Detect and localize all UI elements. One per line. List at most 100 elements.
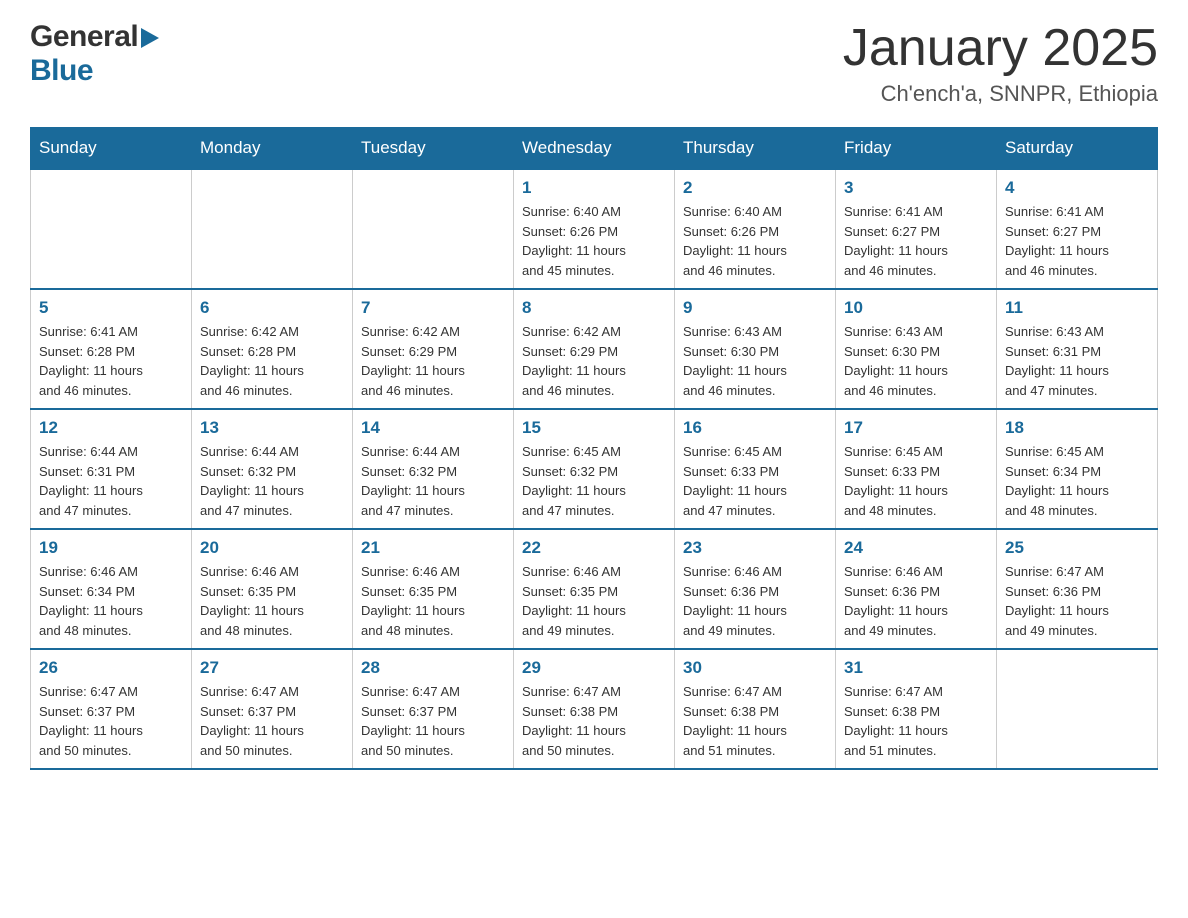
- calendar-table: SundayMondayTuesdayWednesdayThursdayFrid…: [30, 127, 1158, 770]
- day-info: Sunrise: 6:47 AM Sunset: 6:37 PM Dayligh…: [200, 682, 344, 760]
- logo-blue-text: Blue: [30, 54, 93, 87]
- calendar-cell: 25 Sunrise: 6:47 AM Sunset: 6:36 PM Dayli…: [997, 529, 1158, 649]
- calendar-cell: 26 Sunrise: 6:47 AM Sunset: 6:37 PM Dayli…: [31, 649, 192, 769]
- calendar-header-monday: Monday: [192, 128, 353, 170]
- calendar-header-thursday: Thursday: [675, 128, 836, 170]
- day-number: 7: [361, 298, 505, 318]
- calendar-header-tuesday: Tuesday: [353, 128, 514, 170]
- calendar-cell: 13 Sunrise: 6:44 AM Sunset: 6:32 PM Dayli…: [192, 409, 353, 529]
- day-info: Sunrise: 6:47 AM Sunset: 6:38 PM Dayligh…: [522, 682, 666, 760]
- day-number: 9: [683, 298, 827, 318]
- day-number: 20: [200, 538, 344, 558]
- day-number: 3: [844, 178, 988, 198]
- calendar-cell: 21Sunrise: 6:46 AM Sunset: 6:35 PM Dayli…: [353, 529, 514, 649]
- day-info: Sunrise: 6:47 AM Sunset: 6:37 PM Dayligh…: [39, 682, 183, 760]
- calendar-cell: [192, 169, 353, 289]
- calendar-cell: 8 Sunrise: 6:42 AM Sunset: 6:29 PM Daylig…: [514, 289, 675, 409]
- day-info: Sunrise: 6:43 AM Sunset: 6:30 PM Dayligh…: [683, 322, 827, 400]
- calendar-header-friday: Friday: [836, 128, 997, 170]
- day-number: 2: [683, 178, 827, 198]
- day-number: 25: [1005, 538, 1149, 558]
- day-info: Sunrise: 6:44 AM Sunset: 6:32 PM Dayligh…: [200, 442, 344, 520]
- logo-general-text: General: [30, 20, 138, 54]
- title-section: January 2025 Ch'ench'a, SNNPR, Ethiopia: [843, 20, 1158, 107]
- calendar-cell: 16 Sunrise: 6:45 AM Sunset: 6:33 PM Dayli…: [675, 409, 836, 529]
- day-info: Sunrise: 6:43 AM Sunset: 6:30 PM Dayligh…: [844, 322, 988, 400]
- calendar-cell: 2Sunrise: 6:40 AM Sunset: 6:26 PM Daylig…: [675, 169, 836, 289]
- day-info: Sunrise: 6:46 AM Sunset: 6:34 PM Dayligh…: [39, 562, 183, 640]
- logo-triangle-icon: [141, 28, 159, 48]
- month-title: January 2025: [843, 20, 1158, 77]
- calendar-cell: 20 Sunrise: 6:46 AM Sunset: 6:35 PM Dayli…: [192, 529, 353, 649]
- day-number: 15: [522, 418, 666, 438]
- calendar-week-5: 26 Sunrise: 6:47 AM Sunset: 6:37 PM Dayli…: [31, 649, 1158, 769]
- calendar-cell: 23Sunrise: 6:46 AM Sunset: 6:36 PM Dayli…: [675, 529, 836, 649]
- day-info: Sunrise: 6:46 AM Sunset: 6:35 PM Dayligh…: [361, 562, 505, 640]
- calendar-cell: 24Sunrise: 6:46 AM Sunset: 6:36 PM Dayli…: [836, 529, 997, 649]
- day-number: 4: [1005, 178, 1149, 198]
- day-number: 18: [1005, 418, 1149, 438]
- calendar-cell: [353, 169, 514, 289]
- day-info: Sunrise: 6:44 AM Sunset: 6:32 PM Dayligh…: [361, 442, 505, 520]
- calendar-cell: 7Sunrise: 6:42 AM Sunset: 6:29 PM Daylig…: [353, 289, 514, 409]
- day-number: 27: [200, 658, 344, 678]
- calendar-cell: [31, 169, 192, 289]
- day-info: Sunrise: 6:46 AM Sunset: 6:36 PM Dayligh…: [683, 562, 827, 640]
- calendar-cell: 9 Sunrise: 6:43 AM Sunset: 6:30 PM Daylig…: [675, 289, 836, 409]
- day-info: Sunrise: 6:45 AM Sunset: 6:33 PM Dayligh…: [683, 442, 827, 520]
- day-number: 11: [1005, 298, 1149, 318]
- calendar-cell: 28 Sunrise: 6:47 AM Sunset: 6:37 PM Dayli…: [353, 649, 514, 769]
- calendar-cell: 29 Sunrise: 6:47 AM Sunset: 6:38 PM Dayli…: [514, 649, 675, 769]
- day-number: 28: [361, 658, 505, 678]
- day-info: Sunrise: 6:41 AM Sunset: 6:27 PM Dayligh…: [844, 202, 988, 280]
- calendar-cell: 30Sunrise: 6:47 AM Sunset: 6:38 PM Dayli…: [675, 649, 836, 769]
- location-title: Ch'ench'a, SNNPR, Ethiopia: [843, 81, 1158, 107]
- day-number: 1: [522, 178, 666, 198]
- calendar-cell: 27 Sunrise: 6:47 AM Sunset: 6:37 PM Dayli…: [192, 649, 353, 769]
- day-info: Sunrise: 6:41 AM Sunset: 6:27 PM Dayligh…: [1005, 202, 1149, 280]
- day-number: 22: [522, 538, 666, 558]
- calendar-cell: 14 Sunrise: 6:44 AM Sunset: 6:32 PM Dayli…: [353, 409, 514, 529]
- calendar-cell: 10 Sunrise: 6:43 AM Sunset: 6:30 PM Dayli…: [836, 289, 997, 409]
- day-info: Sunrise: 6:42 AM Sunset: 6:29 PM Dayligh…: [522, 322, 666, 400]
- calendar-cell: 22Sunrise: 6:46 AM Sunset: 6:35 PM Dayli…: [514, 529, 675, 649]
- calendar-cell: 15 Sunrise: 6:45 AM Sunset: 6:32 PM Dayli…: [514, 409, 675, 529]
- calendar-week-1: 1Sunrise: 6:40 AM Sunset: 6:26 PM Daylig…: [31, 169, 1158, 289]
- day-info: Sunrise: 6:43 AM Sunset: 6:31 PM Dayligh…: [1005, 322, 1149, 400]
- calendar-cell: 19Sunrise: 6:46 AM Sunset: 6:34 PM Dayli…: [31, 529, 192, 649]
- logo: General Blue: [30, 20, 159, 88]
- calendar-cell: 1Sunrise: 6:40 AM Sunset: 6:26 PM Daylig…: [514, 169, 675, 289]
- day-info: Sunrise: 6:44 AM Sunset: 6:31 PM Dayligh…: [39, 442, 183, 520]
- day-info: Sunrise: 6:46 AM Sunset: 6:35 PM Dayligh…: [200, 562, 344, 640]
- day-number: 14: [361, 418, 505, 438]
- calendar-cell: 6Sunrise: 6:42 AM Sunset: 6:28 PM Daylig…: [192, 289, 353, 409]
- calendar-cell: 17Sunrise: 6:45 AM Sunset: 6:33 PM Dayli…: [836, 409, 997, 529]
- calendar-week-4: 19Sunrise: 6:46 AM Sunset: 6:34 PM Dayli…: [31, 529, 1158, 649]
- calendar-cell: 18 Sunrise: 6:45 AM Sunset: 6:34 PM Dayli…: [997, 409, 1158, 529]
- day-number: 8: [522, 298, 666, 318]
- day-number: 6: [200, 298, 344, 318]
- day-info: Sunrise: 6:47 AM Sunset: 6:36 PM Dayligh…: [1005, 562, 1149, 640]
- calendar-week-3: 12 Sunrise: 6:44 AM Sunset: 6:31 PM Dayli…: [31, 409, 1158, 529]
- day-info: Sunrise: 6:47 AM Sunset: 6:37 PM Dayligh…: [361, 682, 505, 760]
- day-number: 5: [39, 298, 183, 318]
- calendar-header-sunday: Sunday: [31, 128, 192, 170]
- day-info: Sunrise: 6:45 AM Sunset: 6:33 PM Dayligh…: [844, 442, 988, 520]
- day-number: 12: [39, 418, 183, 438]
- day-info: Sunrise: 6:41 AM Sunset: 6:28 PM Dayligh…: [39, 322, 183, 400]
- day-info: Sunrise: 6:45 AM Sunset: 6:32 PM Dayligh…: [522, 442, 666, 520]
- day-info: Sunrise: 6:45 AM Sunset: 6:34 PM Dayligh…: [1005, 442, 1149, 520]
- day-number: 26: [39, 658, 183, 678]
- calendar-header-saturday: Saturday: [997, 128, 1158, 170]
- day-number: 24: [844, 538, 988, 558]
- day-number: 10: [844, 298, 988, 318]
- calendar-cell: 12 Sunrise: 6:44 AM Sunset: 6:31 PM Dayli…: [31, 409, 192, 529]
- day-number: 29: [522, 658, 666, 678]
- day-number: 16: [683, 418, 827, 438]
- calendar-header-wednesday: Wednesday: [514, 128, 675, 170]
- page-header: General Blue January 2025 Ch'ench'a, SNN…: [30, 20, 1158, 107]
- day-number: 13: [200, 418, 344, 438]
- day-info: Sunrise: 6:47 AM Sunset: 6:38 PM Dayligh…: [844, 682, 988, 760]
- calendar-cell: 3 Sunrise: 6:41 AM Sunset: 6:27 PM Daylig…: [836, 169, 997, 289]
- calendar-cell: 11 Sunrise: 6:43 AM Sunset: 6:31 PM Dayli…: [997, 289, 1158, 409]
